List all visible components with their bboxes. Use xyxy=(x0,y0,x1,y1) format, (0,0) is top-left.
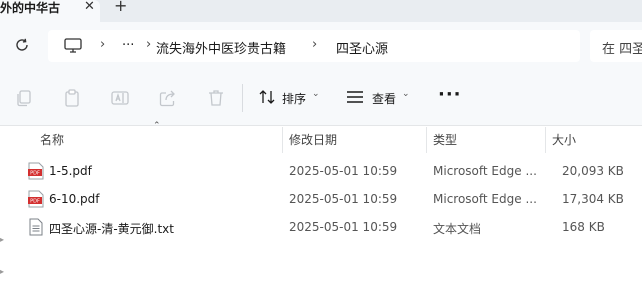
paste-icon[interactable] xyxy=(62,88,82,108)
column-divider[interactable] xyxy=(282,127,283,153)
tab-bar: 外的中华古 ✕ + xyxy=(0,0,642,22)
refresh-icon[interactable] xyxy=(12,35,32,55)
column-divider[interactable] xyxy=(545,127,546,153)
view-button[interactable]: 查看 ⌄ xyxy=(346,86,414,110)
delete-icon[interactable] xyxy=(206,88,226,108)
column-header-name[interactable]: 名称 xyxy=(40,131,64,148)
column-header-modified[interactable]: 修改日期 xyxy=(289,131,337,148)
this-pc-icon[interactable] xyxy=(64,38,82,54)
toolbar-divider xyxy=(242,84,243,112)
chevron-right-icon[interactable]: › xyxy=(146,37,151,52)
breadcrumb-overflow[interactable]: ··· xyxy=(122,38,134,53)
pdf-icon: PDF xyxy=(28,190,44,208)
file-type: 文本文档 xyxy=(433,222,482,236)
command-bar: 排序 ⌄ 查看 ⌄ ··· xyxy=(0,70,642,126)
svg-text:PDF: PDF xyxy=(30,171,40,177)
chevron-down-icon: ⌄ xyxy=(402,89,410,99)
search-box[interactable]: 在 四圣 xyxy=(590,30,642,62)
file-name: 1-5.pdf xyxy=(49,164,92,178)
copy-icon[interactable] xyxy=(14,88,34,108)
tab-title: 外的中华古 xyxy=(0,1,61,15)
sort-ascending-icon[interactable]: ⌃ xyxy=(153,121,161,131)
file-type: Microsoft Edge ... xyxy=(433,164,537,178)
file-name: 四圣心源-清-黄元御.txt xyxy=(49,222,174,236)
nav-pane-expand-icon[interactable]: ▸ xyxy=(0,267,6,276)
search-placeholder: 在 四圣 xyxy=(602,42,642,57)
file-modified: 2025-05-01 10:59 xyxy=(289,220,398,234)
file-size: 168 KB xyxy=(562,220,605,234)
column-header-size[interactable]: 大小 xyxy=(552,131,576,148)
file-row[interactable]: PDF 1-5.pdf 2025-05-01 10:59 Microsoft E… xyxy=(24,157,642,185)
nav-pane-expand-icon[interactable]: ▸ xyxy=(0,235,6,244)
tab-active[interactable]: 外的中华古 ✕ xyxy=(0,0,100,22)
file-modified: 2025-05-01 10:59 xyxy=(289,164,398,178)
rename-icon[interactable] xyxy=(110,88,130,108)
text-file-icon xyxy=(29,218,43,236)
column-divider[interactable] xyxy=(426,127,427,153)
breadcrumb-item[interactable]: 四圣心源 xyxy=(336,38,388,57)
file-modified: 2025-05-01 10:59 xyxy=(289,192,398,206)
address-bar[interactable]: › ··· › 流失海外中医珍贵古籍 › 四圣心源 xyxy=(48,30,580,62)
breadcrumb-item[interactable]: 流失海外中医珍贵古籍 xyxy=(156,38,286,57)
chevron-right-icon[interactable]: › xyxy=(312,37,317,52)
file-name: 6-10.pdf xyxy=(49,192,100,206)
sort-icon xyxy=(259,90,275,104)
svg-text:PDF: PDF xyxy=(30,199,40,205)
view-label: 查看 xyxy=(372,92,397,106)
close-icon[interactable]: ✕ xyxy=(84,0,95,15)
address-row: › ··· › 流失海外中医珍贵古籍 › 四圣心源 在 四圣 xyxy=(0,22,642,70)
file-row[interactable]: 四圣心源-清-黄元御.txt 2025-05-01 10:59 文本文档 168… xyxy=(24,213,642,241)
file-row[interactable]: PDF 6-10.pdf 2025-05-01 10:59 Microsoft … xyxy=(24,185,642,213)
chevron-down-icon: ⌄ xyxy=(312,89,320,99)
view-icon xyxy=(347,91,363,103)
column-header-type[interactable]: 类型 xyxy=(433,131,457,148)
share-icon[interactable] xyxy=(158,88,178,108)
file-type: Microsoft Edge ... xyxy=(433,192,537,206)
sort-label: 排序 xyxy=(282,92,307,106)
more-options-button[interactable]: ··· xyxy=(438,84,462,105)
file-size: 20,093 KB xyxy=(562,164,624,178)
chevron-right-icon[interactable]: › xyxy=(100,37,105,52)
file-size: 17,304 KB xyxy=(562,192,624,206)
file-list: ⌃ 名称 修改日期 类型 大小 PDF 1-5.pdf 2025-05-01 1… xyxy=(0,121,642,302)
sort-button[interactable]: 排序 ⌄ xyxy=(258,86,324,110)
pdf-icon: PDF xyxy=(28,162,44,180)
new-tab-button[interactable]: + xyxy=(114,0,127,15)
